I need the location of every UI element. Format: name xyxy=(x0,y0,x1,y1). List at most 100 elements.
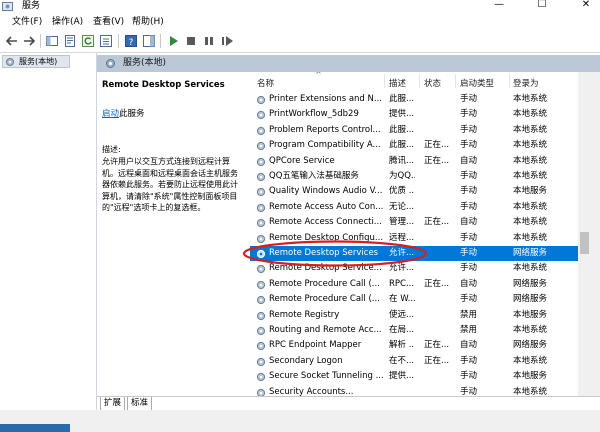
tab-standard[interactable]: 标准 xyxy=(127,397,153,411)
column-startup-type[interactable]: 启动类型 xyxy=(460,77,494,89)
service-log-on-as: 本地系统 xyxy=(513,171,548,181)
service-gear-icon xyxy=(256,142,266,151)
service-status: 正在... xyxy=(424,217,450,228)
service-row[interactable]: Remote Procedure Call (... RPC... 正在... 自动 网… xyxy=(250,277,578,292)
service-startup-type: 手动 xyxy=(460,371,478,382)
service-row[interactable]: Printer Extensions and N... 此服... 手动 本地系统 xyxy=(250,92,578,107)
menu-file[interactable]: 文件(F) xyxy=(12,16,42,28)
service-startup-type: 自动 xyxy=(460,217,478,228)
description-label: 描述: xyxy=(102,145,121,154)
service-description: 允许... xyxy=(389,248,415,258)
console-tree-icon[interactable] xyxy=(45,34,59,48)
service-gear-icon xyxy=(256,311,266,320)
menu-bar: 文件(F) 操作(A) 查看(V) 帮助(H) xyxy=(0,14,600,30)
service-log-on-as: 网络服务 xyxy=(513,340,548,351)
service-row[interactable]: Remote Desktop Configu... 远程... 手动 本地系统 xyxy=(250,231,578,246)
refresh-icon[interactable] xyxy=(81,34,95,48)
start-service-link[interactable]: 启动 xyxy=(102,109,119,119)
service-name: Remote Desktop Configu... xyxy=(269,232,384,243)
sort-ascending-icon: ^ xyxy=(315,72,322,79)
close-button[interactable]: ✕ xyxy=(572,0,600,14)
service-row[interactable]: Remote Desktop Service... 允许... 手动 本地系统 xyxy=(250,261,578,276)
service-row-selected[interactable]: Remote Desktop Services 允许... 手动 网络服务 xyxy=(250,246,578,262)
service-name: Remote Procedure Call (... xyxy=(269,294,380,305)
service-log-on-as: 本地系统 xyxy=(513,124,548,135)
service-log-on-as: 本地系统 xyxy=(513,355,548,366)
service-gear-icon xyxy=(256,234,266,243)
forward-arrow-icon[interactable] xyxy=(22,34,36,48)
service-row[interactable]: Security Accounts... 手动 本地系统 xyxy=(250,385,578,396)
service-status: 正在... xyxy=(424,140,450,151)
service-row[interactable]: QPCore Service 腾讯... 正在... 自动 本地系统 xyxy=(250,154,578,169)
pause-service-icon[interactable] xyxy=(202,34,216,48)
service-row[interactable]: Problem Reports Control... 此服... 手动 本地系统 xyxy=(250,123,578,138)
menu-action[interactable]: 操作(A) xyxy=(52,16,83,28)
service-log-on-as: 本地系统 xyxy=(513,94,548,104)
stop-service-icon[interactable] xyxy=(184,34,198,48)
service-row[interactable]: Quality Windows Audio V... 优质 ... 手动 本地服务 xyxy=(250,184,578,199)
taskbar-fragment xyxy=(0,424,70,432)
service-log-on-as: 本地系统 xyxy=(513,155,548,166)
service-details-pane: Remote Desktop Services 启动此服务 描述: 允许用户以交… xyxy=(97,72,247,396)
service-gear-icon xyxy=(256,326,266,336)
service-gear-icon xyxy=(256,157,266,166)
service-status: 正在... xyxy=(424,278,450,289)
service-log-on-as: 本地系统 xyxy=(513,325,548,335)
service-row[interactable]: Secure Socket Tunneling ... 提供... 手动 本地服务 xyxy=(250,369,578,384)
tree-node-services-local[interactable]: 服务(本地) xyxy=(2,55,70,68)
scrollbar-thumb[interactable] xyxy=(580,232,589,254)
start-service-icon[interactable] xyxy=(166,34,180,48)
column-description[interactable]: 描述 xyxy=(389,77,406,89)
service-name: Quality Windows Audio V... xyxy=(269,186,383,197)
selected-service-name: Remote Desktop Services xyxy=(102,80,225,90)
service-description: 使远... xyxy=(389,309,415,320)
help-icon[interactable]: ? xyxy=(124,34,138,48)
service-description: 为QQ... xyxy=(389,171,415,181)
menu-help[interactable]: 帮助(H) xyxy=(132,16,164,28)
service-row[interactable]: Routing and Remote Acc... 在局... 禁用 本地系统 xyxy=(250,323,578,338)
services-list: ^ 名称 描述 状态 启动类型 登录为 Printer Extensions a… xyxy=(250,72,578,396)
service-row[interactable]: Remote Procedure Call (... 在 W... 手动 网络服务 xyxy=(250,292,578,307)
service-gear-icon xyxy=(256,172,266,182)
service-startup-type: 手动 xyxy=(460,355,478,366)
service-rows: Printer Extensions and N... 此服... 手动 本地系统 Pr… xyxy=(250,92,578,396)
service-description: 在不... xyxy=(389,355,415,366)
column-status[interactable]: 状态 xyxy=(424,77,441,89)
vertical-scrollbar[interactable] xyxy=(578,72,600,396)
service-name: Remote Access Auto Con... xyxy=(269,201,384,212)
service-row[interactable]: Secondary Logon 在不... 正在... 手动 本地系统 xyxy=(250,354,578,369)
service-name: Program Compatibility A... xyxy=(269,140,381,151)
service-row[interactable]: PrintWorkflow_5db29 提供... 手动 本地系统 xyxy=(250,107,578,122)
gear-icon xyxy=(6,58,14,66)
maximize-button[interactable]: ☐ xyxy=(528,0,556,14)
restart-service-icon[interactable] xyxy=(220,34,234,48)
service-description: 远程... xyxy=(389,232,415,243)
properties-icon[interactable] xyxy=(63,34,77,48)
column-log-on-as[interactable]: 登录为 xyxy=(513,77,539,89)
service-row[interactable]: Remote Access Auto Con... 无论... 手动 本地系统 xyxy=(250,200,578,215)
service-row[interactable]: Program Compatibility A... 此服... 正在... 手动 本地… xyxy=(250,138,578,153)
service-row[interactable]: Remote Registry 使远... 禁用 本地服务 xyxy=(250,308,578,323)
service-startup-type: 手动 xyxy=(460,124,478,135)
service-name: RPC Endpoint Mapper xyxy=(269,340,362,351)
back-arrow-icon[interactable] xyxy=(5,34,19,48)
services-app-icon xyxy=(2,2,13,11)
service-row[interactable]: QQ五笔输入法基础服务 为QQ... 手动 本地系统 xyxy=(250,169,578,184)
service-name: Printer Extensions and N... xyxy=(269,94,382,104)
service-gear-icon xyxy=(256,203,266,212)
column-name[interactable]: 名称 xyxy=(257,77,274,89)
menu-view[interactable]: 查看(V) xyxy=(93,16,124,28)
service-row[interactable]: RPC Endpoint Mapper 解析 ... 正在... 自动 网络服务 xyxy=(250,338,578,353)
service-description: 腾讯... xyxy=(389,155,415,166)
service-gear-icon xyxy=(256,95,266,105)
status-bar xyxy=(0,410,600,432)
service-startup-type: 手动 xyxy=(460,232,478,243)
service-row[interactable]: Remote Access Connecti... 管理... 正在... 自动 本地系… xyxy=(250,215,578,230)
tab-extended[interactable]: 扩展 xyxy=(100,397,126,411)
toolbar: ? xyxy=(0,30,600,53)
show-hide-action-pane-icon[interactable] xyxy=(142,34,156,48)
export-list-icon[interactable] xyxy=(99,34,113,48)
service-gear-icon xyxy=(256,188,266,197)
minimize-button[interactable]: — xyxy=(485,0,513,14)
service-startup-type: 自动 xyxy=(460,155,478,166)
